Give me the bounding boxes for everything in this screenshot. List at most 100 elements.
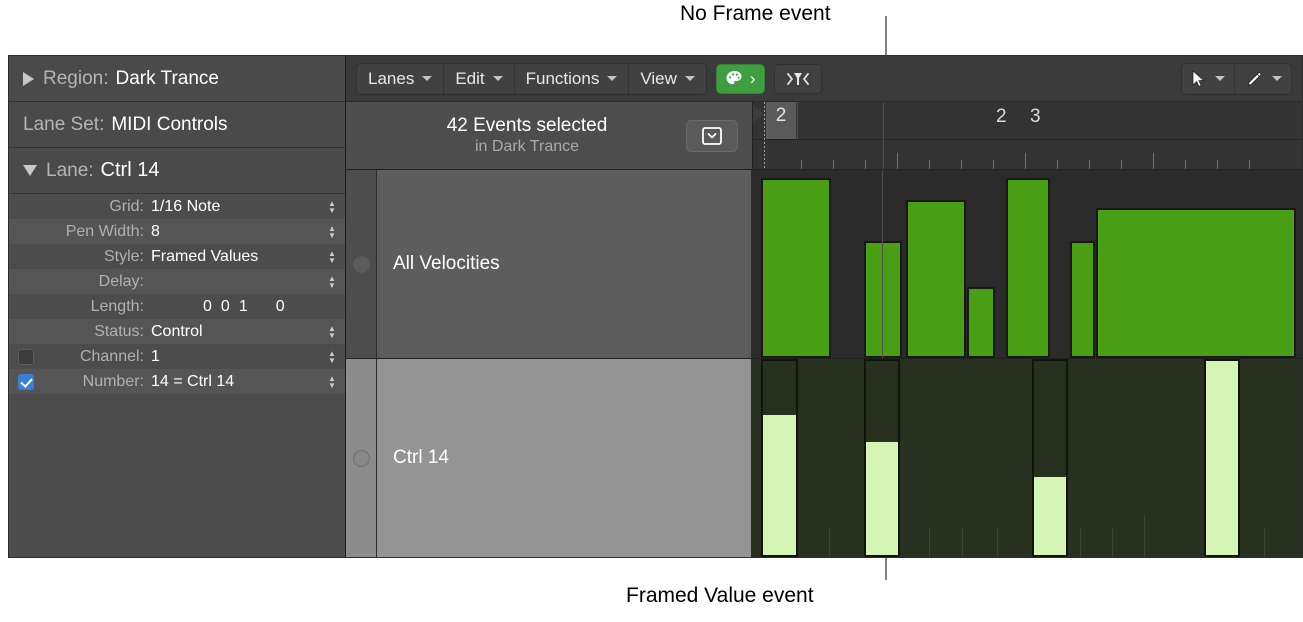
checkbox-slot-channel (9, 348, 43, 365)
lane-gutter-all-velocities[interactable] (346, 170, 377, 358)
param-row-grid[interactable]: Grid: 1/16 Note (9, 194, 345, 219)
velocity-bar[interactable] (761, 177, 831, 358)
velocity-lane-canvas[interactable] (752, 170, 1302, 358)
ruler-tick (801, 160, 802, 169)
param-row-style[interactable]: Style: Framed Values (9, 244, 345, 269)
param-row-length[interactable]: Length: 0010 (9, 294, 345, 319)
param-value-number: 14 = Ctrl 14 (151, 372, 235, 390)
lane-toggle-icon[interactable] (352, 449, 370, 467)
param-label-length: Length: (90, 297, 144, 315)
framed-value-event[interactable] (864, 359, 900, 557)
param-row-channel[interactable]: Channel: 1 (9, 344, 345, 369)
lane-name-all-velocities[interactable]: All Velocities (377, 170, 752, 358)
region-label: Region: (43, 67, 109, 89)
lane-divider-line (882, 170, 883, 358)
lane-ctrl-14: Ctrl 14 (346, 359, 1302, 557)
lane-toggle-icon[interactable] (352, 255, 370, 273)
stepper-grid[interactable] (319, 200, 345, 214)
ruler-tick (897, 153, 898, 169)
param-value-length: 0010 (151, 298, 319, 316)
ruler-bar-badge[interactable]: 2 (766, 102, 796, 139)
disclosure-triangle-down-icon[interactable] (23, 165, 37, 176)
param-value-channel: 1 (151, 347, 160, 365)
pointer-tool-button[interactable] (1182, 63, 1235, 94)
menu-lanes[interactable]: Lanes (357, 63, 445, 94)
collapse-lanes-button[interactable] (773, 63, 822, 94)
stepper-status[interactable] (319, 325, 345, 339)
selection-info-panel: 42 Events selected in Dark Trance (346, 102, 753, 169)
menu-edit[interactable]: Edit (444, 63, 515, 94)
chevron-down-icon (422, 76, 433, 81)
stepper-number[interactable] (319, 375, 345, 389)
ruler-tick (1025, 153, 1026, 169)
automation-palette-button[interactable]: › (715, 63, 765, 94)
playhead-line[interactable] (764, 102, 765, 169)
stepper-delay[interactable] (319, 275, 345, 289)
velocity-bar[interactable] (1070, 241, 1095, 358)
velocity-bar[interactable] (864, 241, 902, 358)
stepper-style[interactable] (319, 250, 345, 264)
framed-value-event[interactable] (761, 359, 798, 557)
channel-checkbox[interactable] (18, 348, 34, 365)
ruler-bar-numbers-area[interactable]: 2 2 3 (753, 102, 1302, 140)
param-row-pen-width[interactable]: Pen Width: 8 (9, 219, 345, 244)
selection-text-wrapper: 42 Events selected in Dark Trance (346, 114, 686, 157)
chevron-down-icon[interactable] (1215, 76, 1225, 81)
param-value-style: Framed Values (151, 247, 259, 265)
lane-name-ctrl-14[interactable]: Ctrl 14 (377, 359, 752, 557)
velocity-bar[interactable] (1096, 207, 1296, 358)
ruler-tick (993, 160, 994, 169)
ruler-tick (1249, 160, 1250, 169)
ruler-tick (1057, 160, 1058, 169)
lane-value: Ctrl 14 (100, 159, 160, 181)
ctrl-14-lane-canvas[interactable] (752, 359, 1302, 557)
ruler-tick (1185, 160, 1186, 169)
stepper-pen-width[interactable] (319, 225, 345, 239)
menu-functions[interactable]: Functions (515, 63, 630, 94)
velocity-bar[interactable] (906, 200, 966, 358)
framed-value-fill (1206, 361, 1238, 555)
param-label-delay: Delay: (98, 272, 144, 290)
param-row-status[interactable]: Status: Control (9, 319, 345, 344)
param-label-style: Style: (103, 247, 144, 265)
chevron-down-icon (607, 76, 618, 81)
selection-region-text: in Dark Trance (474, 138, 580, 155)
ruler-number-2: 2 (996, 106, 1007, 127)
ruler-divider-full (883, 102, 884, 169)
framed-value-fill (866, 442, 898, 555)
framed-value-event[interactable] (1032, 359, 1068, 557)
event-inspector-panel: Region: Dark Trance Lane Set: MIDI Contr… (9, 56, 346, 557)
ruler-tick-area[interactable] (753, 140, 1302, 169)
framed-value-event[interactable] (1204, 359, 1240, 557)
param-row-number[interactable]: Number: 14 = Ctrl 14 (9, 369, 345, 394)
palette-icon (726, 70, 742, 84)
pointer-icon (1192, 69, 1205, 87)
disclosure-triangle-right-icon[interactable] (23, 71, 34, 86)
pencil-tool-button[interactable] (1235, 64, 1291, 94)
selection-and-ruler-row: 42 Events selected in Dark Trance 2 2 3 (346, 102, 1302, 170)
timeline-ruler[interactable]: 2 2 3 (753, 102, 1302, 169)
inspector-region-row[interactable]: Region: Dark Trance (9, 56, 345, 102)
param-row-delay[interactable]: Delay: (9, 269, 345, 294)
param-label-pen-width: Pen Width: (65, 222, 144, 240)
inspector-lane-set-row[interactable]: Lane Set: MIDI Controls (9, 102, 345, 148)
lane-set-value: MIDI Controls (111, 113, 228, 135)
framed-value-fill (1034, 477, 1066, 555)
param-value-status: Control (151, 322, 203, 340)
pencil-icon (1247, 71, 1262, 86)
number-checkbox[interactable] (18, 373, 34, 390)
inspector-lane-row[interactable]: Lane: Ctrl 14 (9, 148, 345, 194)
lane-gutter-ctrl-14[interactable] (346, 359, 377, 557)
ruler-tick (1089, 160, 1090, 169)
ruler-divider (797, 102, 798, 139)
chevron-down-icon[interactable] (1272, 76, 1282, 81)
stepper-channel[interactable] (319, 350, 345, 364)
velocity-bar[interactable] (967, 286, 995, 358)
menu-edit-label: Edit (455, 68, 485, 88)
menu-view[interactable]: View (629, 64, 706, 94)
selection-dropdown-button[interactable] (686, 119, 738, 152)
velocity-bar[interactable] (1006, 177, 1050, 358)
selection-count-text: 42 Events selected (446, 115, 608, 136)
menu-view-label: View (640, 68, 677, 88)
grid-tick (1080, 527, 1081, 557)
